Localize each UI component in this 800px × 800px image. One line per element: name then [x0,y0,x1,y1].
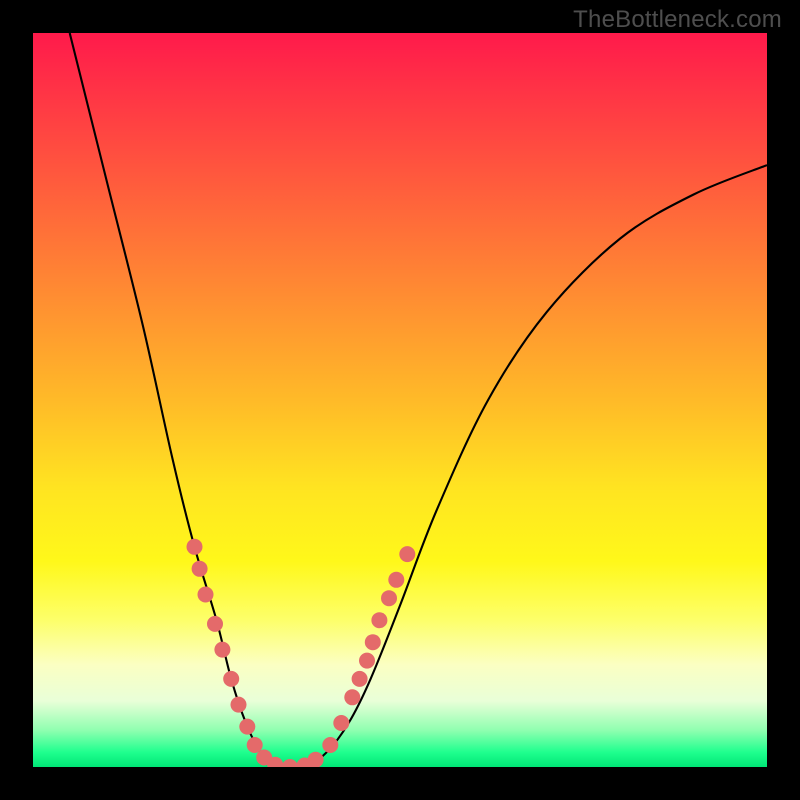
highlight-dot [282,759,298,767]
highlight-dot [223,671,239,687]
highlight-dot [333,715,349,731]
highlight-dot [381,590,397,606]
highlight-dot [359,653,375,669]
highlight-dot [388,572,404,588]
highlight-dot [352,671,368,687]
highlight-dot [187,539,203,555]
highlight-dot [239,719,255,735]
plot-area [33,33,767,767]
bottleneck-curve [70,33,767,767]
highlight-dot [322,737,338,753]
watermark-text: TheBottleneck.com [573,6,782,34]
highlight-dot [207,616,223,632]
highlight-dot [214,642,230,658]
chart-frame: TheBottleneck.com [0,0,800,800]
highlight-dot [371,612,387,628]
highlight-dot [399,546,415,562]
curve-layer [33,33,767,767]
highlight-dot [344,689,360,705]
highlight-dot [198,587,214,603]
highlight-dot [192,561,208,577]
highlight-dot [308,752,324,767]
highlight-dot [231,697,247,713]
highlight-dot [365,634,381,650]
